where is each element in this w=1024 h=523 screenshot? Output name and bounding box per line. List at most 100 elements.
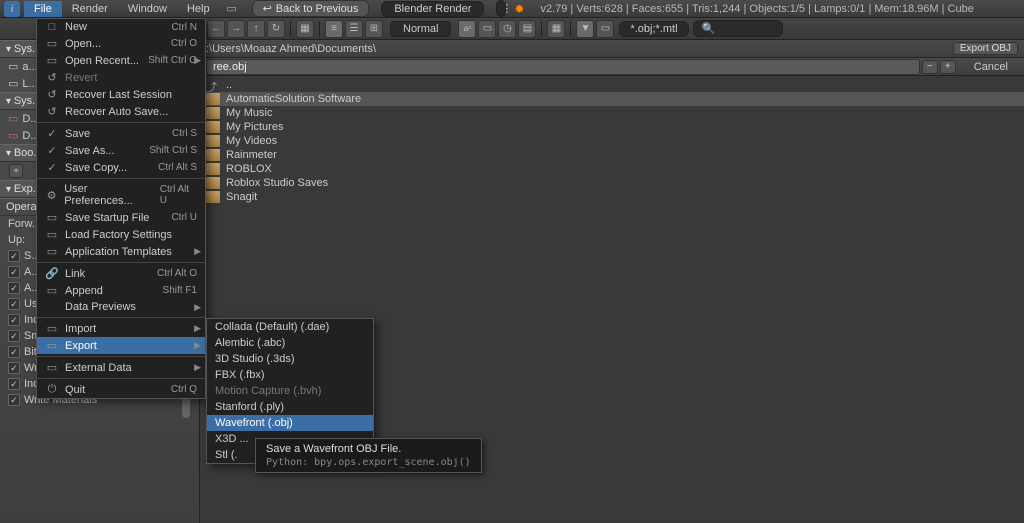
folder-row[interactable]: ROBLOX [200,162,1024,176]
menu-item-label: FBX (.fbx) [215,369,265,381]
export-menu-item[interactable]: 3D Studio (.3ds) [207,351,373,367]
file-menu: □NewCtrl N▭Open...Ctrl O▭Open Recent...S… [36,18,206,399]
cancel-button[interactable]: Cancel [964,61,1018,73]
file-menu-item[interactable]: 🔗LinkCtrl Alt O [37,265,205,282]
submenu-arrow-icon: ▶ [194,55,201,66]
file-label: My Pictures [226,121,283,133]
nav-back-icon[interactable]: ← [207,20,225,38]
checkbox-icon[interactable] [8,266,20,278]
decrement-button[interactable]: − [922,60,938,74]
export-menu-item[interactable]: Collada (Default) (.dae) [207,319,373,335]
export-menu-item[interactable]: FBX (.fbx) [207,367,373,383]
sort-time-icon[interactable]: ◷ [498,20,516,38]
file-label: Snagit [226,191,257,203]
file-label: .. [226,79,232,91]
sort-alpha-icon[interactable]: aᶻ [458,20,476,38]
file-menu-item[interactable]: ▭Open...Ctrl O [37,35,205,52]
menu-bar: FileRenderWindowHelp [24,1,220,17]
export-button[interactable]: Export OBJ [953,42,1018,55]
checkbox-icon[interactable] [8,378,20,390]
nav-refresh-icon[interactable]: ↻ [267,20,285,38]
export-menu-item[interactable]: Wavefront (.obj) [207,415,373,431]
nav-up-icon[interactable]: ↑ [247,20,265,38]
file-menu-item[interactable]: ▭Load Factory Settings [37,226,205,243]
file-menu-item[interactable]: ▭Open Recent...Shift Ctrl O▶ [37,52,205,69]
file-menu-item[interactable]: ▭Save Startup FileCtrl U [37,209,205,226]
file-menu-item[interactable]: ▭Import▶ [37,320,205,337]
parent-dir-row[interactable]: ⤴.. [200,78,1024,92]
folder-row[interactable]: My Videos [200,134,1024,148]
blender-logo-icon: ✹ [514,2,524,16]
file-menu-item[interactable]: Data Previews▶ [37,299,205,315]
file-menu-item[interactable]: ▭External Data▶ [37,359,205,376]
folder-row[interactable]: My Pictures [200,120,1024,134]
file-menu-item[interactable]: ✓Save As...Shift Ctrl S [37,142,205,159]
file-menu-item[interactable]: ↺Recover Last Session [37,86,205,103]
menu-help[interactable]: Help [177,1,220,17]
file-menu-item[interactable]: ▭AppendShift F1 [37,282,205,299]
export-menu-item[interactable]: Motion Capture (.bvh) [207,383,373,399]
checkbox-icon[interactable] [8,330,20,342]
folder-row[interactable]: Rainmeter [200,148,1024,162]
file-menu-item[interactable]: ▭Application Templates▶ [37,243,205,260]
increment-button[interactable]: + [940,60,956,74]
search-input[interactable]: 🔍 [693,20,783,37]
checkbox-icon[interactable] [8,298,20,310]
menu-window[interactable]: Window [118,1,177,17]
folder-row[interactable]: AutomaticSolution Software [200,92,1024,106]
render-engine-select[interactable]: Blender Render [381,1,484,17]
filter-folder-icon[interactable]: ▭ [596,20,614,38]
folder-row[interactable]: Snagit [200,190,1024,204]
checkbox-icon[interactable] [8,362,20,374]
folder-row[interactable]: My Music [200,106,1024,120]
file-menu-item[interactable]: ✓SaveCtrl S [37,125,205,142]
shortcut-label: Ctrl O [171,38,197,49]
menu-item-icon: ↺ [45,71,59,84]
folder-row[interactable]: Roblox Studio Saves [200,176,1024,190]
checkbox-icon[interactable] [8,250,20,262]
folder-icon [206,121,220,133]
checkbox-icon[interactable] [8,346,20,358]
file-label: Rainmeter [226,149,277,161]
menu-item-label: Append [65,285,103,297]
checkbox-icon[interactable] [8,282,20,294]
export-menu-item[interactable]: Alembic (.abc) [207,335,373,351]
filter-toggle-icon[interactable]: ▼ [576,20,594,38]
folder-icon [206,177,220,189]
file-menu-item[interactable]: ✓Save Copy...Ctrl Alt S [37,159,205,176]
list-long-icon[interactable]: ☰ [345,20,363,38]
new-dir-icon[interactable]: ▦ [296,20,314,38]
menu-item-icon: ✓ [45,144,59,157]
file-menu-item[interactable]: ↺Recover Auto Save... [37,103,205,120]
sort-ext-icon[interactable]: ▭ [478,20,496,38]
checkbox-icon[interactable] [8,314,20,326]
file-menu-item[interactable]: ⏻QuitCtrl Q [37,381,205,398]
menu-item-label: Stl (. [215,449,238,461]
export-menu-item[interactable]: Stanford (.ply) [207,399,373,415]
filter-glob-field[interactable]: *.obj;*.mtl [619,21,688,37]
show-hidden-icon[interactable]: ▦ [547,20,565,38]
display-mode-select[interactable]: Normal [390,21,451,37]
path-input[interactable] [206,43,949,55]
blender-icon[interactable]: i [4,1,20,17]
list-short-icon[interactable]: ≡ [325,20,343,38]
checkbox-icon[interactable] [8,394,20,406]
menu-file[interactable]: File [24,1,62,17]
menu-item-label: Revert [65,72,97,84]
back-to-previous-button[interactable]: ↩Back to Previous [252,0,370,17]
scene-select[interactable]: ⋮ [496,0,506,17]
file-label: My Videos [226,135,277,147]
screen-layout-icon[interactable]: ▭ [224,1,240,17]
file-menu-item[interactable]: ↺ Revert [37,69,205,86]
filename-input[interactable]: ree.obj [206,59,920,75]
file-menu-item[interactable]: ⚙User Preferences...Ctrl Alt U [37,181,205,209]
sort-size-icon[interactable]: ▤ [518,20,536,38]
submenu-arrow-icon: ▶ [194,302,201,313]
menu-item-icon: ✓ [45,161,59,174]
file-menu-item[interactable]: ▭Export▶ [37,337,205,354]
menu-render[interactable]: Render [62,1,118,17]
file-menu-item[interactable]: □NewCtrl N [37,19,205,35]
folder-icon [206,135,220,147]
thumb-icon[interactable]: ⊞ [365,20,383,38]
nav-fwd-icon[interactable]: → [227,20,245,38]
